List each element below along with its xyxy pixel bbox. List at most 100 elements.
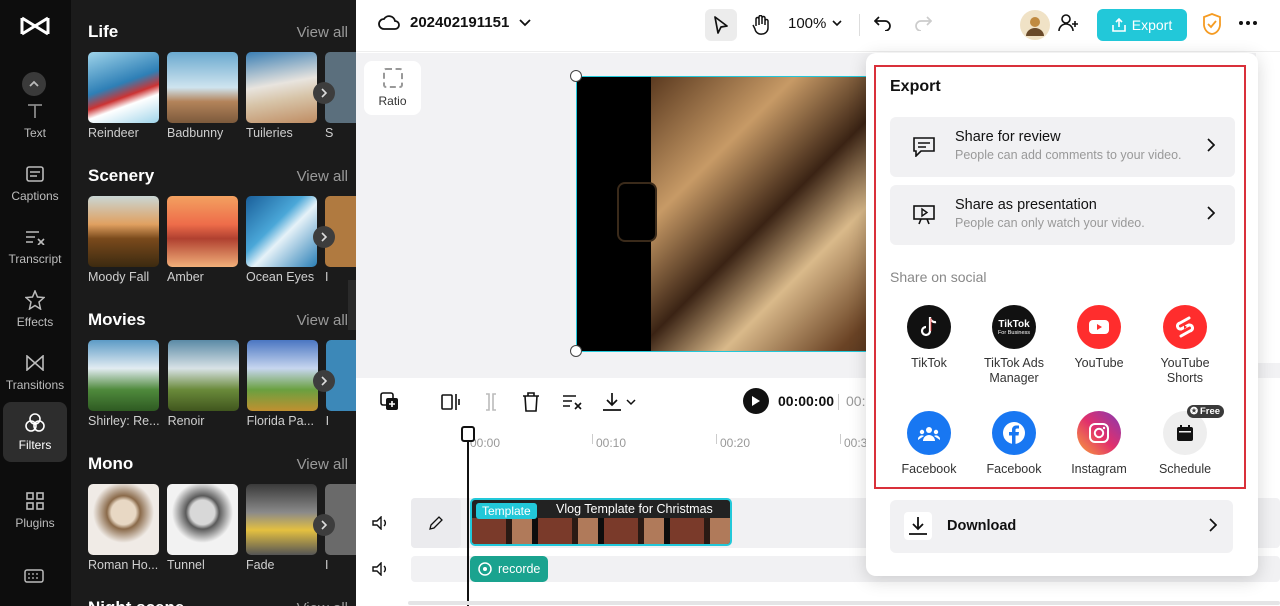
filter-thumb[interactable]: Tuileries	[246, 52, 317, 140]
play-button[interactable]	[743, 388, 769, 414]
keyboard-icon[interactable]	[24, 568, 44, 589]
export-popup: Export Share for review People can add c…	[866, 53, 1258, 576]
zoom-dropdown[interactable]: 100%	[788, 15, 842, 32]
filter-thumb[interactable]: Amber	[167, 196, 238, 284]
rail-label-transitions: Transitions	[5, 378, 65, 392]
redo-button[interactable]	[914, 13, 933, 36]
filter-thumb[interactable]: Badbunny	[167, 52, 238, 140]
scroll-right-button[interactable]	[313, 514, 335, 536]
export-button[interactable]: Export	[1097, 9, 1187, 41]
hand-tool-button[interactable]	[745, 9, 777, 41]
view-all-link[interactable]: View all	[297, 456, 348, 473]
undo-button[interactable]	[873, 13, 892, 36]
add-user-icon	[1058, 14, 1078, 32]
filter-thumb[interactable]: Tunnel	[167, 484, 238, 572]
share-for-review-button[interactable]: Share for review People can add comments…	[890, 117, 1235, 177]
scroll-right-button[interactable]	[313, 370, 335, 392]
download-menu-button[interactable]	[600, 390, 640, 414]
video-clip[interactable]: Template Vlog Template for Christmas	[470, 498, 732, 546]
filter-thumb[interactable]: Reindeer	[88, 52, 159, 140]
invite-user-button[interactable]	[1058, 12, 1080, 39]
resize-handle[interactable]	[570, 70, 582, 82]
filter-thumb[interactable]: Roman Ho...	[88, 484, 159, 572]
playhead-handle[interactable]	[461, 426, 475, 442]
delete-button[interactable]	[519, 390, 543, 414]
filter-thumb[interactable]: Ocean Eyes	[246, 196, 317, 284]
rail-item-text[interactable]: Text	[3, 90, 67, 150]
playhead[interactable]	[467, 428, 469, 606]
scroll-right-button[interactable]	[313, 82, 335, 104]
view-all-link[interactable]: View all	[297, 600, 348, 606]
view-all-link[interactable]: View all	[297, 168, 348, 185]
properties-panel-edge	[1256, 53, 1280, 363]
filter-label: Roman Ho...	[88, 558, 159, 572]
filter-label: Amber	[167, 270, 204, 284]
video-frame[interactable]	[576, 76, 876, 352]
pro-shield-button[interactable]	[1202, 13, 1222, 40]
filter-thumb[interactable]: Florida Pa...	[246, 340, 318, 428]
filter-thumb[interactable]: Shirley: Re...	[88, 340, 160, 428]
section-title: Life	[88, 22, 119, 41]
calendar-icon: ✪ Free	[1163, 405, 1225, 455]
mute-track-button[interactable]	[372, 515, 390, 535]
share-facebook-button[interactable]: Facebook	[971, 411, 1057, 477]
mute-audio-button[interactable]	[372, 561, 390, 581]
rail-item-plugins[interactable]: Plugins	[3, 480, 67, 540]
share-facebook-group-button[interactable]: Facebook	[886, 411, 972, 477]
filter-label: Reindeer	[88, 126, 139, 140]
more-options-button[interactable]	[1238, 13, 1258, 38]
audio-clip[interactable]: recorde	[470, 556, 548, 582]
share-presentation-title: Share as presentation	[955, 197, 1097, 213]
rail-item-filters[interactable]: Filters	[3, 402, 67, 462]
presentation-icon	[912, 203, 936, 227]
effects-icon	[24, 289, 46, 311]
project-name-menu[interactable]: 202402191151	[378, 14, 531, 31]
rail-label-filters: Filters	[18, 438, 52, 452]
share-tiktok-ads-button[interactable]: TikTok For Business TikTok Ads Manager	[971, 305, 1057, 386]
filter-label: Florida Pa...	[246, 414, 314, 428]
play-icon	[752, 396, 760, 406]
share-review-title: Share for review	[955, 129, 1061, 145]
timeline-scrollbar[interactable]	[408, 601, 1280, 605]
split-button[interactable]	[439, 390, 463, 414]
filter-thumb[interactable]: Fade	[246, 484, 317, 572]
select-tool-button[interactable]	[705, 9, 737, 41]
chevron-right-icon	[1209, 518, 1217, 532]
rail-item-effects[interactable]: Effects	[3, 279, 67, 339]
resize-handle[interactable]	[570, 345, 582, 357]
trim-button[interactable]	[479, 390, 503, 414]
captions-tool-button[interactable]	[560, 390, 584, 414]
schedule-post-button[interactable]: ✪ Free Schedule	[1142, 405, 1228, 477]
share-as-presentation-button[interactable]: Share as presentation People can only wa…	[890, 185, 1235, 245]
ruler-tick	[592, 434, 593, 444]
avatar[interactable]	[1020, 10, 1050, 40]
rail-label-transcript: Transcript	[8, 252, 62, 266]
share-instagram-button[interactable]: Instagram	[1056, 411, 1142, 477]
scroll-right-button[interactable]	[313, 226, 335, 248]
chevron-right-icon	[321, 520, 328, 530]
rail-item-transcript[interactable]: Transcript	[3, 216, 67, 276]
filter-label: Tuileries	[246, 126, 293, 140]
share-tiktok-button[interactable]: TikTok	[886, 305, 972, 371]
share-youtube-shorts-button[interactable]: YouTube Shorts	[1142, 305, 1228, 386]
ratio-button[interactable]: Ratio	[364, 61, 421, 115]
record-icon	[478, 562, 492, 576]
rail-item-transitions[interactable]: Transitions	[3, 342, 67, 402]
view-all-link[interactable]: View all	[297, 312, 348, 329]
download-button[interactable]: Download	[890, 500, 1233, 553]
youtube-shorts-icon	[1163, 305, 1207, 349]
edit-cover-button[interactable]	[411, 498, 461, 548]
rail-item-captions[interactable]: Captions	[3, 153, 67, 213]
share-presentation-subtitle: People can only watch your video.	[955, 216, 1145, 230]
filter-thumb[interactable]: Moody Fall	[88, 196, 159, 284]
share-youtube-button[interactable]: YouTube	[1056, 305, 1142, 371]
divider	[838, 394, 839, 410]
download-dropdown-icon	[603, 393, 636, 411]
add-media-button[interactable]	[378, 390, 402, 414]
view-all-link[interactable]: View all	[297, 24, 348, 41]
tiktok-icon	[907, 305, 951, 349]
rail-label-plugins: Plugins	[15, 516, 55, 530]
layers-add-icon	[380, 392, 398, 410]
capcut-logo[interactable]	[18, 12, 52, 40]
filter-thumb[interactable]: Renoir	[167, 340, 239, 428]
